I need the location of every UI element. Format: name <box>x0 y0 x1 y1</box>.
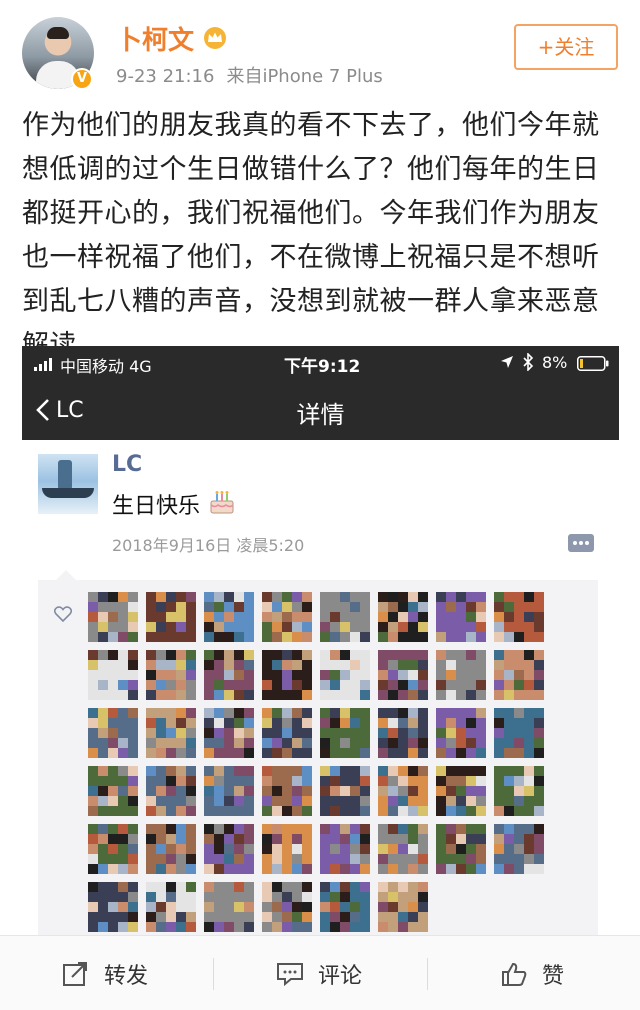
divider <box>427 958 428 990</box>
like-icon <box>502 962 527 986</box>
liker-avatar[interactable] <box>88 592 138 642</box>
liker-avatar[interactable] <box>204 708 254 758</box>
liker-avatar[interactable] <box>262 592 312 642</box>
likes-panel <box>38 570 598 936</box>
liker-avatar[interactable] <box>320 766 370 816</box>
moment-text: 生日快乐 <box>112 494 201 519</box>
liker-avatar[interactable] <box>204 766 254 816</box>
liker-avatar[interactable] <box>494 650 544 700</box>
liker-avatar[interactable] <box>262 824 312 874</box>
liker-avatar[interactable] <box>146 882 196 932</box>
more-icon[interactable] <box>568 534 594 552</box>
liker-avatar[interactable] <box>262 650 312 700</box>
liker-avatar[interactable] <box>204 592 254 642</box>
liker-avatar[interactable] <box>378 882 428 932</box>
nav-title: 详情 <box>296 401 345 429</box>
post-timestamp: 9-23 21:16 <box>116 66 215 87</box>
post-header: V 卜柯文 9-23 21:16 来自iPhone 7 Plus +关注 <box>0 0 640 100</box>
liker-avatar[interactable] <box>436 650 486 700</box>
liker-avatar[interactable] <box>494 766 544 816</box>
liker-avatar[interactable] <box>146 766 196 816</box>
nav-bar: LC 详情 <box>22 380 619 440</box>
moment-post: LC 生日快乐 2018年9月16日 凌晨5:20 <box>22 440 619 936</box>
liker-avatar[interactable] <box>320 824 370 874</box>
battery-icon <box>577 356 609 371</box>
cake-icon <box>210 491 234 514</box>
moment-avatar[interactable] <box>38 454 98 514</box>
liker-avatar[interactable] <box>320 592 370 642</box>
action-bar: 转发 评论 赞 <box>0 935 640 1010</box>
carrier-label: 中国移动 4G <box>60 357 152 376</box>
status-time: 下午9:12 <box>284 357 361 377</box>
liker-avatar[interactable] <box>494 592 544 642</box>
repost-button[interactable]: 转发 <box>62 936 148 1010</box>
moment-date: 2018年9月16日 凌晨5:20 <box>112 536 305 555</box>
comment-button[interactable]: 评论 <box>276 936 362 1010</box>
like-button[interactable]: 赞 <box>500 936 564 1010</box>
liker-avatar[interactable] <box>494 708 544 758</box>
liker-avatar[interactable] <box>146 708 196 758</box>
liker-avatar[interactable] <box>320 708 370 758</box>
comment-label: 评论 <box>318 963 363 989</box>
like-label: 赞 <box>542 963 565 989</box>
liker-avatar[interactable] <box>146 592 196 642</box>
liker-avatar[interactable] <box>88 882 138 932</box>
username[interactable]: 卜柯文 <box>116 20 194 57</box>
heart-icon <box>54 606 72 622</box>
bluetooth-icon <box>523 353 534 371</box>
signal-icon <box>34 358 52 371</box>
crown-icon <box>204 27 226 49</box>
liker-avatar[interactable] <box>320 882 370 932</box>
post-text: 作为他们的朋友我真的看不下去了，他们今年就想低调的过个生日做错什么了？他们每年的… <box>22 110 600 361</box>
embedded-screenshot[interactable]: 中国移动 4G 下午9:12 8% LC 详情 LC 生日快乐 2018年9月1… <box>22 346 619 936</box>
liker-avatar[interactable] <box>378 592 428 642</box>
location-icon <box>501 356 513 368</box>
liker-avatar[interactable] <box>88 650 138 700</box>
liker-avatar[interactable] <box>262 882 312 932</box>
liker-avatar[interactable] <box>146 824 196 874</box>
divider <box>213 958 214 990</box>
liker-avatar[interactable] <box>204 882 254 932</box>
liker-avatar[interactable] <box>436 708 486 758</box>
liker-avatar[interactable] <box>204 650 254 700</box>
status-bar: 中国移动 4G 下午9:12 8% <box>22 346 619 380</box>
liker-avatar[interactable] <box>88 824 138 874</box>
verified-icon: V <box>71 68 93 90</box>
liker-avatar[interactable] <box>378 708 428 758</box>
liker-avatar[interactable] <box>436 592 486 642</box>
liker-avatar[interactable] <box>88 708 138 758</box>
battery-percent: 8% <box>542 353 568 372</box>
liker-avatar[interactable] <box>494 824 544 874</box>
follow-button[interactable]: +关注 <box>514 24 618 70</box>
liker-avatar[interactable] <box>436 824 486 874</box>
liker-avatar[interactable] <box>88 766 138 816</box>
liker-avatar[interactable] <box>378 824 428 874</box>
post-source: 来自iPhone 7 Plus <box>226 66 383 87</box>
post-meta: 9-23 21:16 来自iPhone 7 Plus <box>116 62 383 88</box>
liker-avatar[interactable] <box>262 708 312 758</box>
liker-avatar[interactable] <box>378 650 428 700</box>
liker-avatar[interactable] <box>146 650 196 700</box>
liker-avatar[interactable] <box>436 766 486 816</box>
repost-label: 转发 <box>104 963 149 989</box>
comment-icon <box>277 962 303 986</box>
liker-avatar[interactable] <box>378 766 428 816</box>
liker-avatar[interactable] <box>262 766 312 816</box>
repost-icon <box>63 961 87 986</box>
moment-author[interactable]: LC <box>112 452 142 477</box>
liker-avatar[interactable] <box>204 824 254 874</box>
liker-avatar[interactable] <box>320 650 370 700</box>
